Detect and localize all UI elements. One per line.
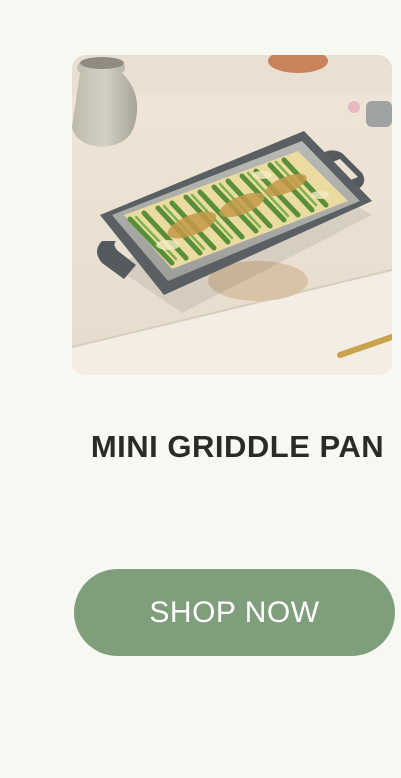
product-card: MINI GRIDDLE PAN SHOP NOW [0,0,401,778]
product-title: MINI GRIDDLE PAN [90,429,385,464]
product-image[interactable] [72,55,392,375]
shop-now-button[interactable]: SHOP NOW [74,569,395,656]
